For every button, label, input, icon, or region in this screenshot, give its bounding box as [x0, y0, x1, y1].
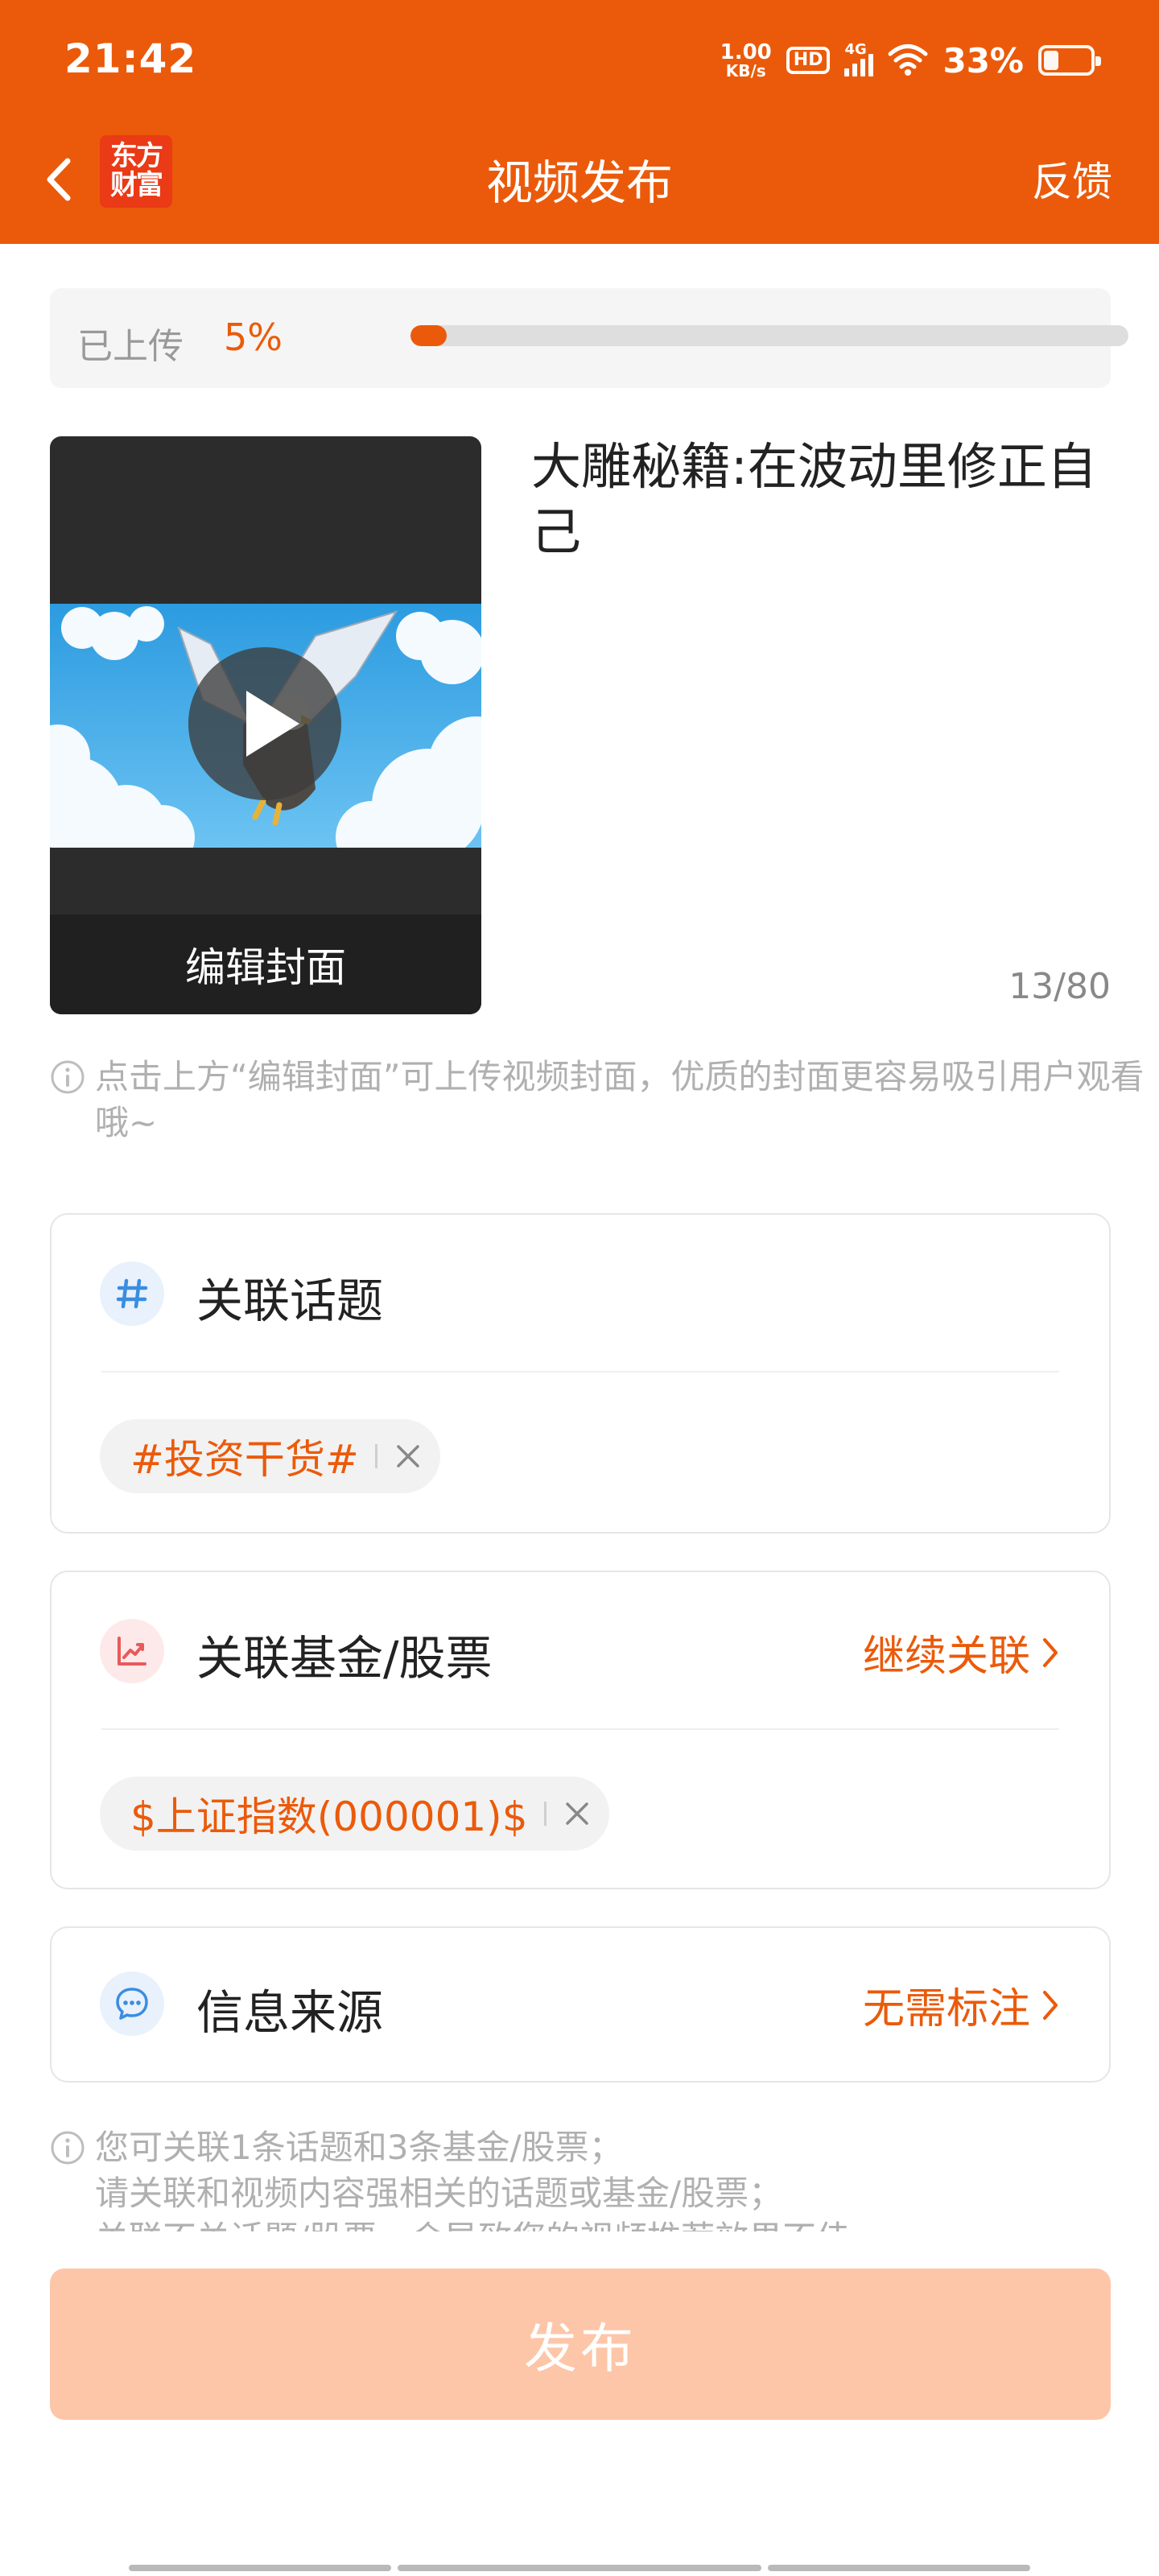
- feedback-button[interactable]: 反馈: [1032, 150, 1112, 208]
- topic-card-body: #投资干货#: [52, 1373, 1109, 1534]
- cellular-signal-icon: 4G: [844, 41, 874, 76]
- stock-card-body: $上证指数(000001)$: [52, 1730, 1109, 1891]
- publish-button[interactable]: 发布: [50, 2268, 1111, 2420]
- net-speed: 1.00 KB/s: [720, 42, 772, 79]
- status-icons: 1.00 KB/s HD 4G 33%: [720, 39, 1101, 82]
- info-source-title: 信息来源: [196, 1985, 384, 2040]
- chevron-right-icon: [1043, 1990, 1058, 2020]
- chip-separator: [374, 1444, 377, 1468]
- topic-chip-label: #投资干货#: [130, 1436, 359, 1483]
- status-bar: 21:42 1.00 KB/s HD 4G 33%: [0, 0, 1159, 121]
- title-char-count: 13/80: [1008, 966, 1111, 1007]
- progress-track: [410, 325, 1128, 346]
- hint-line-3: 关联不关话题/股票，会导致您的视频推荐效果不佳: [95, 2216, 1145, 2231]
- cover-hint-text: 点击上方“编辑封面”可上传视频封面，优质的封面更容易吸引用户观看哦~: [95, 1057, 1145, 1142]
- status-time: 21:42: [64, 35, 197, 82]
- topic-chip[interactable]: #投资干货#: [100, 1419, 440, 1493]
- stock-card-header[interactable]: 关联基金/股票 继续关联: [52, 1572, 1109, 1728]
- net-speed-unit: KB/s: [725, 61, 766, 80]
- gesture-bar-segment: [129, 2565, 391, 2571]
- network-type: 4G: [844, 41, 867, 58]
- stock-card-title: 关联基金/股票: [196, 1631, 493, 1686]
- hint-line-2: 请关联和视频内容强相关的话题或基金/股票；: [95, 2173, 783, 2213]
- stock-chip-label: $上证指数(000001)$: [130, 1794, 528, 1840]
- hashtag-icon: [100, 1261, 164, 1326]
- video-preview[interactable]: 编辑封面: [50, 436, 481, 1014]
- remove-stock-icon[interactable]: [564, 1801, 590, 1827]
- topic-card: 关联话题 #投资干货#: [50, 1213, 1111, 1534]
- hint-line-1: 您可关联1条话题和3条基金/股票；: [95, 2128, 623, 2167]
- net-speed-value: 1.00: [720, 40, 772, 64]
- top-bar: 21:42 1.00 KB/s HD 4G 33% 东方 财富 视频发布 反馈: [0, 0, 1159, 244]
- stock-chip[interactable]: $上证指数(000001)$: [100, 1777, 609, 1851]
- remove-topic-icon[interactable]: [395, 1443, 421, 1469]
- gesture-bar-segment: [398, 2565, 761, 2571]
- stock-card: 关联基金/股票 继续关联 $上证指数(000001)$: [50, 1571, 1111, 1889]
- battery-icon: [1038, 45, 1101, 76]
- cover-hint: 点击上方“编辑封面”可上传视频封面，优质的封面更容易吸引用户观看哦~: [50, 1055, 1145, 1146]
- hd-icon: HD: [786, 47, 831, 74]
- topic-card-title: 关联话题: [196, 1274, 384, 1328]
- info-icon: [51, 2131, 85, 2165]
- upload-label: 已上传: [77, 326, 184, 367]
- nav-bar: 东方 财富 视频发布 反馈: [0, 121, 1159, 244]
- battery-percent: 33%: [942, 40, 1024, 80]
- chip-separator: [543, 1802, 547, 1826]
- info-source-header: 信息来源 无需标注: [52, 1928, 1109, 2081]
- info-source-card[interactable]: 信息来源 无需标注: [50, 1926, 1111, 2083]
- association-hint: 您可关联1条话题和3条基金/股票； 请关联和视频内容强相关的话题或基金/股票； …: [50, 2125, 1145, 2231]
- info-icon: [51, 1060, 85, 1094]
- video-title-input[interactable]: 大雕秘籍:在波动里修正自己: [531, 435, 1111, 564]
- topic-card-header[interactable]: 关联话题: [52, 1215, 1109, 1371]
- page-title: 视频发布: [485, 155, 673, 210]
- message-bubble-icon: [100, 1971, 164, 2036]
- no-label-needed-label: 无需标注: [862, 1985, 1030, 2033]
- continue-link-button[interactable]: 继续关联: [863, 1622, 1059, 1682]
- trend-chart-icon: [100, 1619, 164, 1683]
- gesture-bar-segment: [768, 2565, 1030, 2571]
- wifi-icon: [888, 44, 928, 76]
- upload-percent: 5%: [224, 316, 283, 359]
- no-label-needed-button[interactable]: 无需标注: [863, 1975, 1059, 2035]
- chevron-right-icon: [1043, 1637, 1058, 1667]
- edit-cover-button[interactable]: 编辑封面: [50, 914, 481, 1014]
- progress-fill: [410, 325, 447, 346]
- continue-link-label: 继续关联: [862, 1633, 1030, 1681]
- play-icon: [246, 691, 299, 757]
- upload-progress: 已上传 5%: [50, 288, 1128, 388]
- play-button[interactable]: [188, 647, 341, 800]
